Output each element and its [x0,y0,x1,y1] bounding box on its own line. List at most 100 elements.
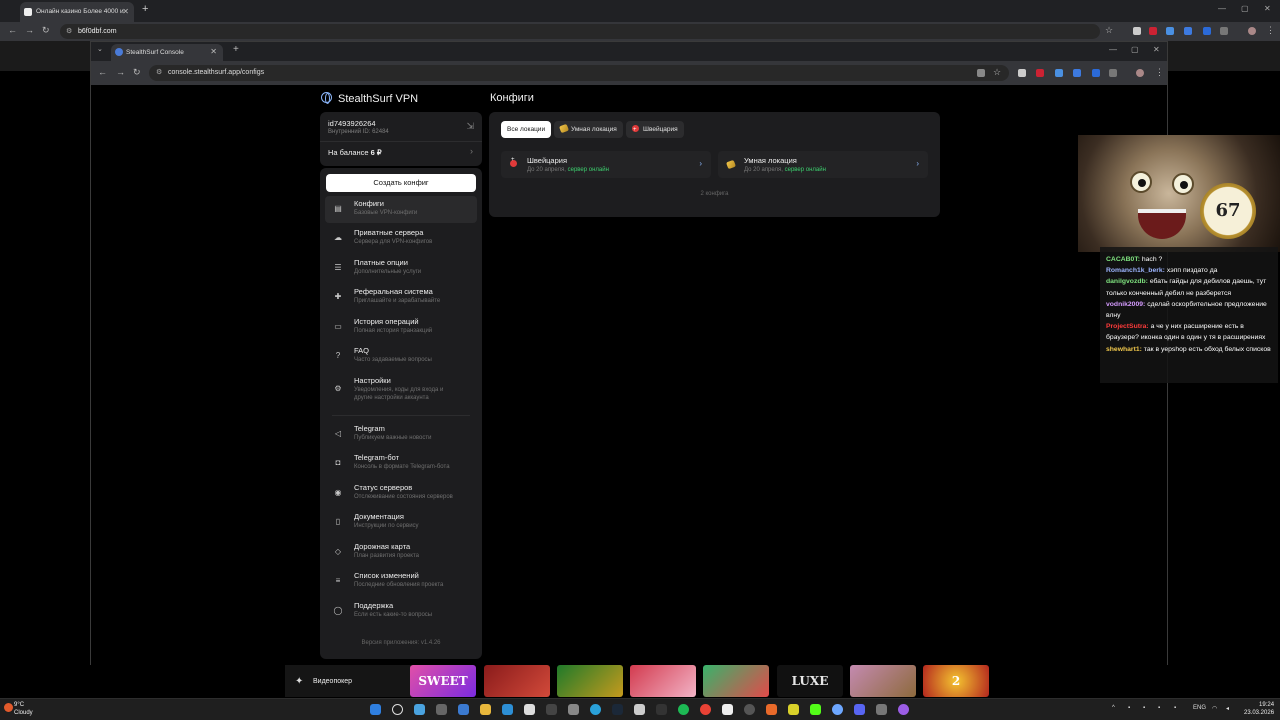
bookmark-star-icon[interactable]: ☆ [1105,25,1113,36]
menu-kebab-icon[interactable]: ⋮ [1155,67,1164,78]
sidebar-item-server-status[interactable]: ◉ Статус серверов Отслеживание состояния… [325,480,477,507]
videopoker-widget[interactable]: ✦ Видеопокер [285,665,411,697]
spotify-icon[interactable] [678,704,689,715]
taskbar-app-icon[interactable] [502,704,513,715]
sidebar-item-support[interactable]: ◯ Поддержка Если есть какие-то вопросы [325,598,477,625]
search-icon[interactable] [392,704,403,715]
avatar[interactable] [1136,69,1144,77]
sidebar-item-configs[interactable]: ▤ Конфиги Базовые VPN-конфиги [325,196,477,223]
sidebar-item-changelog[interactable]: ≡ Список изменений Последние обновления … [325,568,477,595]
taskbar-app-icon[interactable] [634,704,645,715]
taskbar-app-icon[interactable] [898,704,909,715]
explorer-icon[interactable] [480,704,491,715]
tray-icon[interactable]: ▪ [1174,705,1176,711]
config-item-switzerland[interactable]: Швейцария До 20 апреля, сервер онлайн › [501,151,711,178]
balance-row[interactable]: На балансе 6 ₽ [328,148,382,157]
slot-game-thumb[interactable]: SWEET [410,665,476,697]
obs-icon[interactable] [744,704,755,715]
filter-switzerland[interactable]: Швейцария [626,121,684,139]
new-tab-icon[interactable]: + [142,3,148,15]
create-config-button[interactable]: Создать конфиг [326,174,476,192]
outer-address-bar[interactable]: ⚙ b6f0dbf.com [60,24,1100,39]
sidebar-item-faq[interactable]: ? FAQ Часто задаваемые вопросы [325,343,477,370]
sidebar-item-settings[interactable]: ⚙ Настройки Уведомления, коды для входа … [325,373,477,405]
tab-search-icon[interactable]: ⌄ [97,45,103,53]
kick-icon[interactable] [810,704,821,715]
taskbar-app-icon[interactable] [788,704,799,715]
wifi-icon[interactable]: ◠ [1212,705,1217,712]
bookmark-star-icon[interactable]: ☆ [993,67,1001,78]
telegram-icon[interactable] [590,704,601,715]
taskbar-app-icon[interactable] [876,704,887,715]
weather-widget[interactable]: 9°C Cloudy [4,701,33,717]
minimize-icon[interactable]: — [1109,45,1117,54]
filter-all-locations[interactable]: Все локации [501,121,552,138]
inner-address-bar[interactable]: ⚙ console.stealthsurf.app/configs [149,65,1009,81]
stealthsurf-extension-icon[interactable] [1073,69,1081,77]
system-clock[interactable]: 19:24 23.03.2026 [1244,701,1274,717]
close-window-icon[interactable]: ✕ [1264,4,1271,13]
taskbar-app-icon[interactable] [656,704,667,715]
sidebar-item-paid-options[interactable]: ☰ Платные опции Дополнительные услуги [325,255,477,282]
forward-icon[interactable]: → [116,67,125,77]
install-app-icon[interactable] [977,69,985,77]
menu-kebab-icon[interactable]: ⋮ [1266,25,1275,36]
tray-icon[interactable]: ▪ [1158,705,1160,711]
taskbar-app-icon[interactable] [766,704,777,715]
extension-icon[interactable] [1203,27,1211,35]
language-indicator[interactable]: ENG [1193,705,1206,711]
taskbar-app-icon[interactable] [524,704,535,715]
extension-icon[interactable] [1133,27,1141,35]
vpn-extension-icon[interactable] [1055,69,1063,77]
slot-game-thumb[interactable] [630,665,696,697]
steam-icon[interactable] [612,704,623,715]
site-info-icon[interactable]: ⚙ [156,68,162,76]
reload-icon[interactable]: ↻ [133,67,141,78]
maximize-icon[interactable]: ▢ [1131,45,1139,54]
taskbar-app-icon[interactable] [436,704,447,715]
slot-game-thumb[interactable] [484,665,550,697]
tray-icon[interactable]: ▪ [1128,705,1130,711]
widgets-icon[interactable] [414,704,425,715]
maximize-icon[interactable]: ▢ [1241,4,1249,13]
back-icon[interactable]: ← [8,25,17,35]
taskbar-app-icon[interactable] [722,704,733,715]
sidebar-item-telegram[interactable]: ◁ Telegram Публикуем важные новости [325,421,477,448]
sidebar-item-telegram-bot[interactable]: ◘ Telegram-бот Консоль в формате Telegra… [325,450,477,477]
taskbar-app-icon[interactable] [458,704,469,715]
extension-icon[interactable] [1018,69,1026,77]
filter-smart-location[interactable]: Умная локация [554,121,623,138]
reload-icon[interactable]: ↻ [42,25,50,36]
start-icon[interactable] [370,704,381,715]
puzzle-icon[interactable] [1220,27,1228,35]
inner-tab[interactable]: StealthSurf Console ✕ [111,44,223,61]
discord-icon[interactable] [854,704,865,715]
slot-game-thumb[interactable]: 2 [923,665,989,697]
extension-icon[interactable] [1092,69,1100,77]
sidebar-item-private-servers[interactable]: ☁ Приватные сервера Сервера для VPN-конф… [325,225,477,252]
tray-chevron-icon[interactable]: ^ [1112,705,1115,711]
chevron-right-icon[interactable]: › [470,146,473,156]
new-tab-icon[interactable]: + [233,44,239,55]
taskbar-app-icon[interactable] [546,704,557,715]
sidebar-item-documentation[interactable]: ▯ Документация Инструкции по сервису [325,509,477,536]
chrome-icon[interactable] [700,704,711,715]
outer-tab[interactable]: Онлайн казино Более 4000 и ✕ [20,2,134,22]
logout-icon[interactable]: ⇲ [466,121,474,132]
slot-game-thumb[interactable] [703,665,769,697]
slot-game-thumb[interactable] [557,665,623,697]
sidebar-item-referral[interactable]: ✚ Реферальная система Приглашайте и зара… [325,284,477,311]
close-window-icon[interactable]: ✕ [1153,45,1160,54]
brand-logo[interactable]: StealthSurf VPN [321,92,418,105]
close-tab-icon[interactable]: ✕ [122,7,129,16]
config-item-smart-location[interactable]: Умная локация До 20 апреля, сервер онлай… [718,151,928,178]
site-info-icon[interactable]: ⚙ [66,27,72,35]
vpn-extension-icon[interactable] [1166,27,1174,35]
minimize-icon[interactable]: — [1218,4,1226,13]
sidebar-item-roadmap[interactable]: ◇ Дорожная карта План развития проекта [325,539,477,566]
tray-icon[interactable]: ▪ [1143,705,1145,711]
volume-icon[interactable]: ◂ [1226,705,1229,712]
forward-icon[interactable]: → [25,25,34,35]
taskbar-app-icon[interactable] [568,704,579,715]
taskbar-app-icon[interactable] [832,704,843,715]
